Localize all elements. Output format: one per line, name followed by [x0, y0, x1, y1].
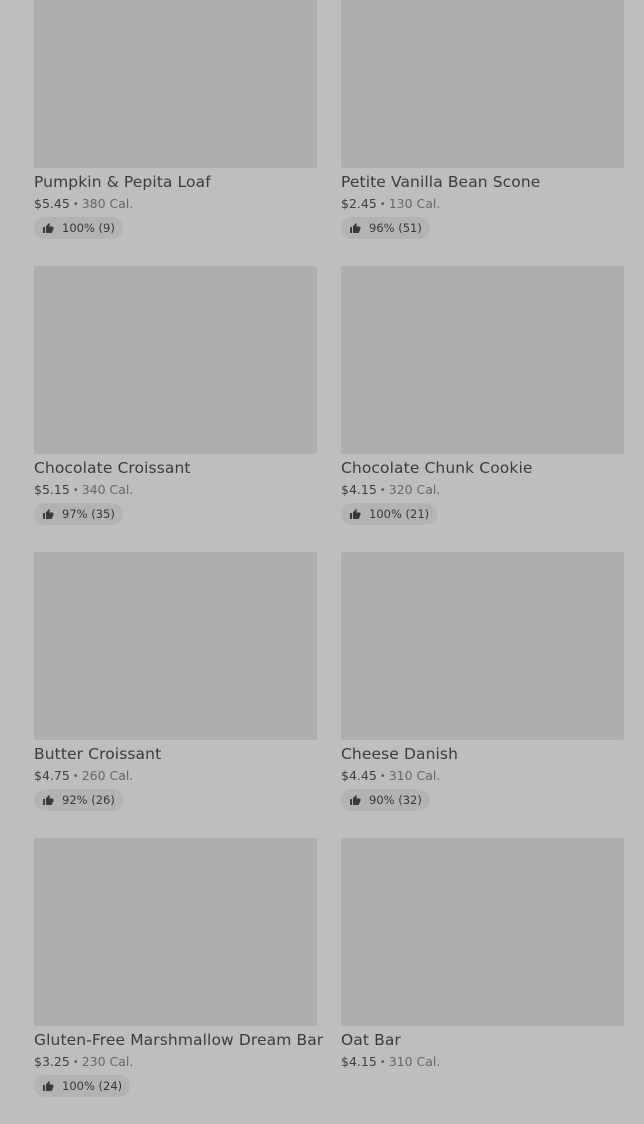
product-image[interactable] — [34, 552, 317, 740]
product-card[interactable]: Cheese Danish $4.45 • 310 Cal. 90% (32) — [341, 552, 624, 838]
product-price: $4.15 — [341, 482, 377, 497]
rating-text: 100% (24) — [62, 1079, 123, 1093]
product-image[interactable] — [34, 838, 317, 1026]
product-card[interactable]: Gluten-Free Marshmallow Dream Bar $3.25 •… — [34, 838, 323, 1124]
rating-badge: 100% (9) — [34, 217, 123, 239]
product-meta: $4.15 • 320 Cal. — [341, 483, 624, 498]
product-card[interactable]: Chocolate Croissant $5.15 • 340 Cal. 97% (… — [34, 266, 317, 552]
product-name[interactable]: Cheese Danish — [341, 746, 624, 762]
product-name[interactable]: Pumpkin & Pepita Loaf — [34, 174, 317, 190]
meta-separator: • — [379, 485, 386, 496]
meta-separator: • — [379, 199, 386, 210]
thumbs-up-icon — [43, 223, 54, 233]
thumbs-up-icon — [350, 795, 361, 805]
product-calories: 320 Cal. — [388, 482, 441, 497]
product-name[interactable]: Oat Bar — [341, 1032, 624, 1048]
product-image[interactable] — [341, 838, 624, 1026]
product-name[interactable]: Butter Croissant — [34, 746, 317, 762]
product-card[interactable]: Chocolate Chunk Cookie $4.15 • 320 Cal. 10… — [341, 266, 624, 552]
rating-badge: 97% (35) — [34, 503, 123, 525]
product-meta: $4.75 • 260 Cal. — [34, 769, 317, 784]
product-card[interactable]: Oat Bar $4.15 • 310 Cal. — [341, 838, 624, 1124]
product-price: $3.25 — [34, 1054, 70, 1069]
thumbs-up-icon — [350, 509, 361, 519]
product-meta: $5.15 • 340 Cal. — [34, 483, 317, 498]
rating-badge: 90% (32) — [341, 789, 430, 811]
product-image[interactable] — [34, 266, 317, 454]
product-grid: Pumpkin & Pepita Loaf $5.45 • 380 Cal. 100… — [34, 0, 624, 1124]
rating-badge: 100% (24) — [34, 1075, 131, 1097]
product-price: $2.45 — [341, 196, 377, 211]
product-name[interactable]: Chocolate Chunk Cookie — [341, 460, 624, 476]
product-calories: 380 Cal. — [81, 196, 134, 211]
rating-text: 100% (9) — [62, 221, 115, 235]
product-name[interactable]: Chocolate Croissant — [34, 460, 317, 476]
rating-text: 97% (35) — [62, 507, 115, 521]
thumbs-up-icon — [43, 795, 54, 805]
meta-separator: • — [72, 485, 79, 496]
meta-separator: • — [72, 1057, 79, 1068]
product-meta: $2.45 • 130 Cal. — [341, 197, 624, 212]
product-card[interactable]: Pumpkin & Pepita Loaf $5.45 • 380 Cal. 100… — [34, 0, 317, 266]
rating-badge: 96% (51) — [341, 217, 430, 239]
rating-text: 92% (26) — [62, 793, 115, 807]
product-card[interactable]: Butter Croissant $4.75 • 260 Cal. 92% (26) — [34, 552, 317, 838]
product-image[interactable] — [34, 0, 317, 168]
product-price: $4.45 — [341, 768, 377, 783]
rating-text: 96% (51) — [369, 221, 422, 235]
thumbs-up-icon — [43, 1081, 54, 1091]
thumbs-up-icon — [350, 223, 361, 233]
meta-separator: • — [379, 771, 386, 782]
product-calories: 230 Cal. — [81, 1054, 134, 1069]
product-calories: 310 Cal. — [388, 768, 441, 783]
product-calories: 340 Cal. — [81, 482, 134, 497]
product-meta: $4.45 • 310 Cal. — [341, 769, 624, 784]
meta-separator: • — [72, 771, 79, 782]
rating-text: 100% (21) — [369, 507, 430, 521]
product-calories: 310 Cal. — [388, 1054, 441, 1069]
product-price: $5.15 — [34, 482, 70, 497]
meta-separator: • — [379, 1057, 386, 1068]
product-price: $5.45 — [34, 196, 70, 211]
product-calories: 260 Cal. — [81, 768, 134, 783]
product-meta: $5.45 • 380 Cal. — [34, 197, 317, 212]
product-price: $4.75 — [34, 768, 70, 783]
product-name[interactable]: Petite Vanilla Bean Scone — [341, 174, 624, 190]
product-meta: $4.15 • 310 Cal. — [341, 1055, 624, 1070]
product-name[interactable]: Gluten-Free Marshmallow Dream Bar — [34, 1032, 323, 1048]
product-image[interactable] — [341, 266, 624, 454]
thumbs-up-icon — [43, 509, 54, 519]
rating-badge: 92% (26) — [34, 789, 123, 811]
product-card[interactable]: Petite Vanilla Bean Scone $2.45 • 130 Cal.… — [341, 0, 624, 266]
product-calories: 130 Cal. — [388, 196, 441, 211]
rating-badge: 100% (21) — [341, 503, 438, 525]
product-price: $4.15 — [341, 1054, 377, 1069]
product-image[interactable] — [341, 0, 624, 168]
rating-text: 90% (32) — [369, 793, 422, 807]
product-image[interactable] — [341, 552, 624, 740]
product-meta: $3.25 • 230 Cal. — [34, 1055, 317, 1070]
meta-separator: • — [72, 199, 79, 210]
